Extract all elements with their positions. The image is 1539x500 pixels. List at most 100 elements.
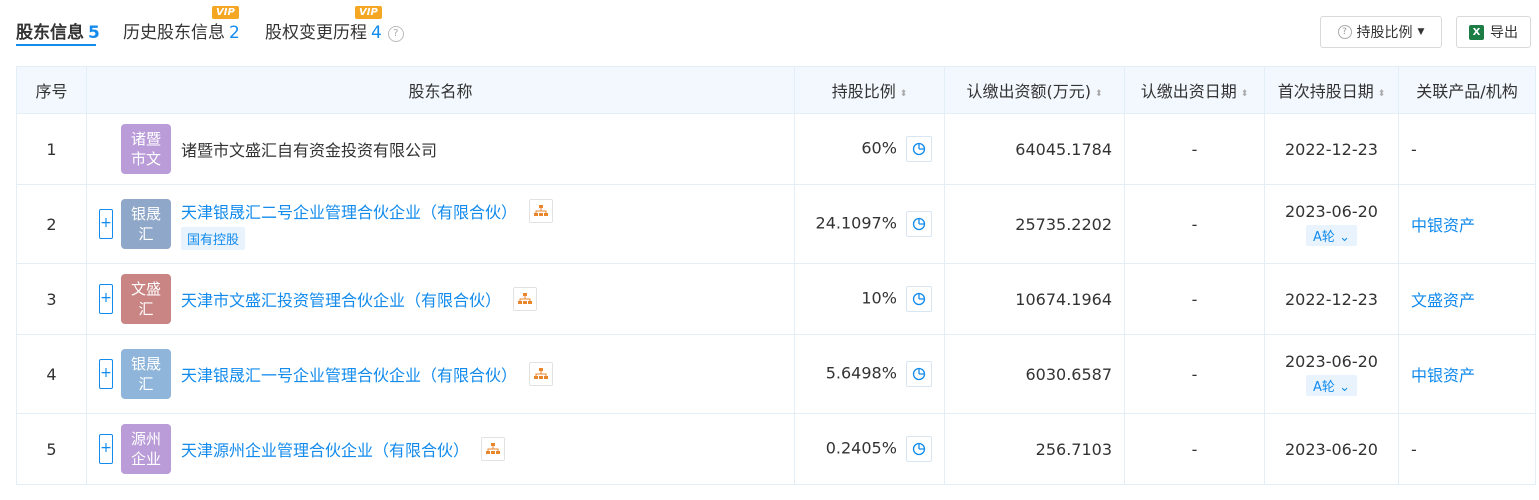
- ratio-value: 60%: [861, 138, 897, 158]
- ratio-cell: 5.6498%: [794, 334, 945, 414]
- company-logo: 诸暨市文: [121, 124, 171, 174]
- shareholder-cell: + 源州企业 天津源州企业管理合伙企业（有限合伙）: [86, 413, 795, 485]
- equity-structure-icon[interactable]: [529, 362, 554, 386]
- related-product-link[interactable]: 中银资产: [1411, 366, 1475, 385]
- export-label: 导出: [1490, 25, 1518, 41]
- help-icon[interactable]: ?: [387, 26, 404, 42]
- equity-structure-icon[interactable]: [529, 198, 554, 223]
- subscribe-date: -: [1124, 263, 1265, 335]
- pie-chart-icon[interactable]: [906, 136, 932, 162]
- sort-icon[interactable]: ⬍: [1241, 89, 1249, 99]
- shareholder-name-link[interactable]: 天津市文盛汇投资管理合伙企业（有限合伙）: [181, 287, 501, 311]
- expand-button[interactable]: +: [99, 284, 113, 314]
- shareholder-table: 序号 股东名称 持股比例 ⬍ 认缴出资额(万元) ⬍ 认缴出资日期 ⬍ 首次持股日期 ⬍…: [16, 66, 1536, 485]
- ratio-value: 5.6498%: [825, 363, 897, 383]
- company-logo: 银晟汇: [121, 199, 171, 249]
- tab-equity-change-history[interactable]: 股权变更历程 4?: [265, 18, 404, 43]
- amount-value: 64045.1784: [944, 113, 1125, 185]
- table-row: 4 + 银晟汇 天津银晟汇一号企业管理合伙企业（有限合伙） 5.6498% 60…: [16, 334, 1536, 414]
- amount-value: 256.7103: [944, 413, 1125, 485]
- shareholder-name-link[interactable]: 天津源州企业管理合伙企业（有限合伙）: [181, 437, 469, 461]
- related-product-link[interactable]: 中银资产: [1411, 216, 1475, 235]
- export-button[interactable]: X 导出: [1456, 16, 1531, 48]
- equity-structure-icon[interactable]: [481, 437, 506, 461]
- first-date: 2023-06-20: [1285, 202, 1378, 221]
- active-tab-indicator: [16, 44, 96, 46]
- pie-chart-icon[interactable]: [906, 211, 932, 237]
- first-date: 2023-06-20: [1264, 413, 1399, 485]
- related-product: 文盛资产: [1398, 263, 1536, 335]
- tab-label: 股权变更历程: [265, 23, 367, 43]
- ratio-cell: 10%: [794, 263, 945, 335]
- row-index: 5: [16, 413, 87, 485]
- col-first-date[interactable]: 首次持股日期 ⬍: [1264, 66, 1399, 114]
- first-date-cell: 2023-06-20 A轮 ⌄: [1264, 334, 1399, 414]
- shareholder-name-link[interactable]: 天津银晟汇一号企业管理合伙企业（有限合伙）: [181, 362, 517, 386]
- company-logo: 银晟汇: [121, 349, 171, 399]
- first-date: 2022-12-23: [1264, 263, 1399, 335]
- ratio-cell: 60%: [794, 113, 945, 185]
- funding-round-badge[interactable]: A轮 ⌄: [1306, 225, 1357, 246]
- amount-value: 25735.2202: [944, 184, 1125, 264]
- tab-bar: 股东信息 5 历史股东信息 2 VIP 股权变更历程 4? VIP: [16, 0, 816, 56]
- table-row: 3 + 文盛汇 天津市文盛汇投资管理合伙企业（有限合伙） 10% 10674.1…: [16, 263, 1536, 335]
- state-owned-tag: 国有控股: [181, 226, 246, 250]
- excel-icon: X: [1469, 24, 1484, 40]
- row-index: 2: [16, 184, 87, 264]
- sort-icon[interactable]: ⬍: [1378, 89, 1386, 99]
- expand-button[interactable]: +: [99, 359, 113, 389]
- pie-chart-icon[interactable]: [906, 361, 932, 387]
- vip-badge: VIP: [355, 6, 382, 19]
- chevron-down-icon: ⌄: [1339, 380, 1350, 395]
- shareholder-cell: + 银晟汇 天津银晟汇一号企业管理合伙企业（有限合伙）: [86, 334, 795, 414]
- ratio-cell: 0.2405%: [794, 413, 945, 485]
- funding-round-badge[interactable]: A轮 ⌄: [1306, 375, 1357, 396]
- expand-button[interactable]: +: [99, 209, 113, 239]
- related-product: 中银资产: [1398, 184, 1536, 264]
- ratio-cell: 24.1097%: [794, 184, 945, 264]
- related-product-link[interactable]: 文盛资产: [1411, 291, 1475, 310]
- col-amount[interactable]: 认缴出资额(万元) ⬍: [944, 66, 1125, 114]
- pie-chart-icon[interactable]: [906, 436, 932, 462]
- col-ratio[interactable]: 持股比例 ⬍: [794, 66, 945, 114]
- subscribe-date: -: [1124, 113, 1265, 185]
- tab-history-shareholders[interactable]: 历史股东信息 2: [123, 18, 240, 43]
- col-index: 序号: [16, 66, 87, 114]
- ratio-filter-label: 持股比例: [1356, 25, 1413, 41]
- tab-count: 4: [371, 23, 382, 43]
- amount-value: 6030.6587: [944, 334, 1125, 414]
- company-logo: 文盛汇: [121, 274, 171, 324]
- ratio-filter-dropdown[interactable]: ? 持股比例 ▼: [1320, 16, 1442, 48]
- equity-structure-icon[interactable]: [513, 287, 538, 311]
- expand-button[interactable]: +: [99, 434, 113, 464]
- tab-shareholder-info[interactable]: 股东信息 5: [16, 18, 100, 43]
- col-related-product: 关联产品/机构: [1398, 66, 1536, 114]
- first-date-cell: 2023-06-20 A轮 ⌄: [1264, 184, 1399, 264]
- ratio-value: 10%: [861, 288, 897, 308]
- shareholder-cell: 诸暨市文 诸暨市文盛汇自有资金投资有限公司: [86, 113, 795, 185]
- related-product: 中银资产: [1398, 334, 1536, 414]
- sort-icon[interactable]: ⬍: [1095, 89, 1103, 99]
- help-icon: ?: [1337, 25, 1352, 39]
- tab-count: 5: [88, 23, 100, 43]
- first-date: 2022-12-23: [1264, 113, 1399, 185]
- sort-icon[interactable]: ⬍: [900, 89, 908, 99]
- related-product: -: [1398, 413, 1536, 485]
- tab-label: 股东信息: [16, 23, 84, 43]
- first-date: 2023-06-20: [1285, 352, 1378, 371]
- company-logo: 源州企业: [121, 424, 171, 474]
- tab-count: 2: [229, 23, 240, 43]
- shareholder-name-link[interactable]: 天津银晟汇二号企业管理合伙企业（有限合伙）: [181, 199, 517, 223]
- row-index: 4: [16, 334, 87, 414]
- ratio-value: 0.2405%: [825, 438, 897, 458]
- amount-value: 10674.1964: [944, 263, 1125, 335]
- shareholder-name: 诸暨市文盛汇自有资金投资有限公司: [181, 141, 438, 160]
- subscribe-date: -: [1124, 413, 1265, 485]
- pie-chart-icon[interactable]: [906, 286, 932, 312]
- col-shareholder-name: 股东名称: [86, 66, 795, 114]
- ratio-value: 24.1097%: [815, 213, 897, 233]
- row-index: 3: [16, 263, 87, 335]
- caret-down-icon: ▼: [1417, 27, 1425, 37]
- col-subscribe-date[interactable]: 认缴出资日期 ⬍: [1124, 66, 1265, 114]
- tab-label: 历史股东信息: [123, 23, 225, 43]
